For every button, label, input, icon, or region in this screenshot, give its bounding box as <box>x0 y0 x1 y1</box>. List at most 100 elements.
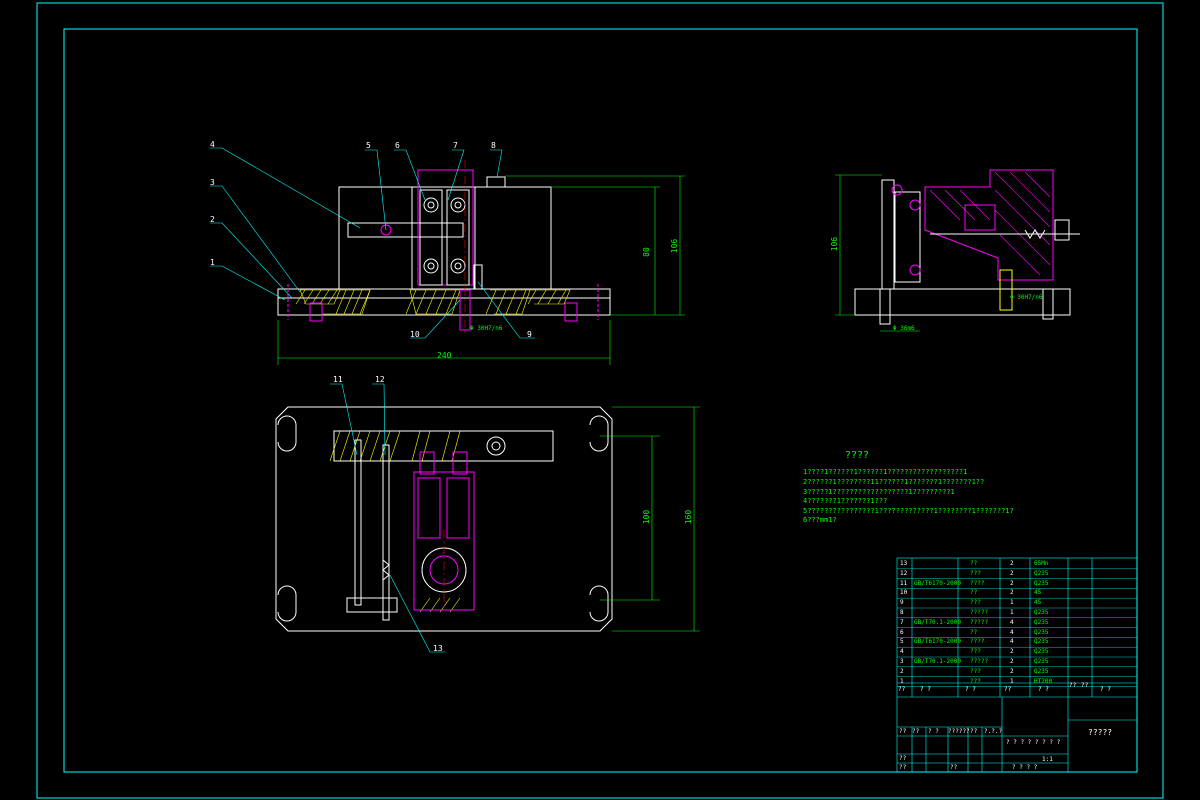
note-line-1: 1????1??????1??????1??????????????????1 <box>803 468 968 476</box>
cad-drawing <box>36 2 1164 799</box>
parts-cell-no: 1 <box>900 677 904 685</box>
sign-row-2: ?? <box>912 728 920 735</box>
balloon-8: 8 <box>491 141 496 150</box>
parts-cell-name: ?? <box>970 628 978 636</box>
parts-cell-no: 7 <box>900 618 904 626</box>
note-line-2: 2??????1????????11??????1???????1???????… <box>803 478 985 486</box>
sheet-labels: ? ? ? ? <box>1012 764 1038 771</box>
note-line-5: 5????????????????1?????????????1????????… <box>803 507 1014 515</box>
sign-row-3: ? ? <box>928 728 939 735</box>
parts-cell-mat: 65Mn <box>1034 560 1049 567</box>
scale-value: 1:1 <box>1042 756 1053 763</box>
parts-cell-name: ???? <box>970 638 985 646</box>
parts-cell-no: 6 <box>900 628 904 636</box>
parts-cell-qty: 1 <box>1010 609 1014 616</box>
parts-cell-mat: Q235 <box>1034 667 1049 675</box>
header-std: ? ? <box>920 686 931 693</box>
parts-cell-name: ??? <box>970 677 981 685</box>
parts-cell-mat: Q235 <box>1034 628 1049 636</box>
parts-cell-mat: Q235 <box>1034 579 1049 587</box>
parts-cell-qty: 2 <box>1010 589 1014 597</box>
parts-cell-qty: 2 <box>1010 658 1014 665</box>
plan-view <box>275 383 700 653</box>
side-view <box>835 169 1080 332</box>
balloon-9: 9 <box>527 330 532 339</box>
parts-cell-name: ??? <box>970 599 981 607</box>
parts-cell-no: 10 <box>900 589 908 597</box>
dim-side-fit-b: Φ 36m6 <box>893 325 915 332</box>
parts-cell-qty: 4 <box>1010 638 1014 646</box>
parts-cell-no: 9 <box>900 599 904 607</box>
parts-cell-name: ?? <box>970 589 978 597</box>
parts-cell-name: ??? <box>970 667 981 675</box>
dim-plan-height-outer: 160 <box>684 509 694 525</box>
parts-cell-qty: 2 <box>1010 560 1014 567</box>
balloon-1: 1 <box>210 258 215 267</box>
role-1: ?? <box>899 755 907 762</box>
balloon-3: 3 <box>210 178 215 187</box>
parts-cell-std: GB/T70.1-2000 <box>914 618 961 626</box>
dim-front-fit: Φ 30H7/n6 <box>470 325 503 332</box>
note-line-6: 6???mm1? <box>803 516 837 524</box>
note-line-4: 4???????1???????1??? <box>803 497 888 505</box>
dim-side-fit-a: Φ 30H7/n6 <box>1010 294 1043 301</box>
parts-cell-qty: 2 <box>1010 579 1014 587</box>
dim-front-height-inner: 80 <box>641 247 651 257</box>
parts-cell-qty: 2 <box>1010 569 1014 577</box>
parts-cell-mat: Q235 <box>1034 569 1049 577</box>
drawing-name: ????? <box>1088 728 1113 737</box>
parts-cell-std: GB/T6170-2000 <box>914 579 961 587</box>
sign-row-5: ?? <box>970 728 978 735</box>
balloon-4: 4 <box>210 140 215 149</box>
balloon-7: 7 <box>453 141 458 150</box>
parts-cell-qty: 1 <box>1010 677 1014 685</box>
dim-front-width: 240 <box>437 351 452 360</box>
parts-cell-no: 12 <box>900 569 908 577</box>
parts-cell-no: 3 <box>900 658 904 665</box>
parts-cell-mat: 45 <box>1034 589 1042 597</box>
parts-cell-name: ??? <box>970 569 981 577</box>
sign-row-4: ?????? <box>948 728 970 735</box>
sign-row-1: ?? <box>899 728 907 735</box>
parts-cell-qty: 4 <box>1010 618 1014 626</box>
parts-cell-qty: 4 <box>1010 628 1014 636</box>
parts-cell-name: ????? <box>970 618 989 626</box>
parts-cell-mat: HT200 <box>1034 677 1053 685</box>
balloon-12: 12 <box>375 375 385 384</box>
balloon-5: 5 <box>366 141 371 150</box>
role-3: ?? <box>950 764 958 771</box>
parts-cell-qty: 2 <box>1010 648 1014 656</box>
parts-cell-qty: 2 <box>1010 667 1014 675</box>
parts-cell-name: ??? <box>970 648 981 656</box>
header-mat: ? ? <box>1038 686 1049 693</box>
parts-cell-qty: 1 <box>1010 599 1014 607</box>
dim-plan-height-inner: 100 <box>642 509 652 525</box>
front-view <box>210 147 685 365</box>
header-qty: ?? <box>1004 686 1012 693</box>
parts-cell-name: ?? <box>970 560 978 567</box>
header-no: ?? <box>898 686 906 693</box>
parts-cell-no: 11 <box>900 579 908 587</box>
header-remark: ? ? <box>1100 686 1111 693</box>
dim-front-height-outer: 106 <box>670 238 680 254</box>
parts-cell-mat: Q235 <box>1034 648 1049 656</box>
parts-cell-name: ????? <box>970 609 989 616</box>
stage-labels: ? ? ? ? ? ? ? ? <box>1006 739 1061 746</box>
note-line-3: 3?????1??????????????????1?????????1 <box>803 488 955 496</box>
parts-cell-mat: 45 <box>1034 599 1042 607</box>
header-total: ?? <box>1081 682 1089 689</box>
parts-cell-no: 5 <box>900 638 904 646</box>
parts-cell-no: 4 <box>900 648 904 656</box>
outer-border <box>36 2 1164 799</box>
parts-cell-mat: Q235 <box>1034 618 1049 626</box>
balloon-2: 2 <box>210 215 215 224</box>
parts-cell-mat: Q235 <box>1034 609 1049 616</box>
parts-cell-no: 2 <box>900 667 904 675</box>
parts-cell-mat: Q235 <box>1034 658 1049 665</box>
balloon-6: 6 <box>395 141 400 150</box>
balloon-13: 13 <box>433 644 443 653</box>
parts-cell-std: GB/T70.1-2000 <box>914 658 961 665</box>
sign-row-6: ?.?.? <box>984 728 1003 735</box>
parts-cell-name: ????? <box>970 658 989 665</box>
dim-side-height: 106 <box>830 236 840 252</box>
